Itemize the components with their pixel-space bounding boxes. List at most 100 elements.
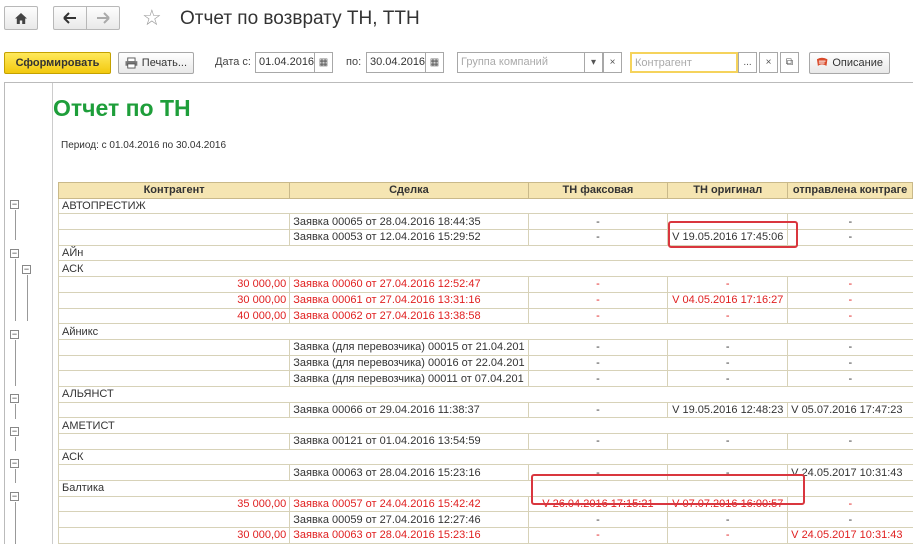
calendar-to-button[interactable]: ▦ [425,52,444,73]
deal-row[interactable]: 30 000,00 Заявка 00060 от 27.04.2016 12:5… [57,276,913,293]
deal-row[interactable]: 40 000,00 Заявка 00062 от 27.04.2016 13:3… [57,308,913,325]
sent-cell: - [787,339,913,356]
amount-cell [57,464,290,482]
amount-cell [57,370,290,387]
group-row[interactable]: АЛЬЯНСТ [58,386,913,403]
counterparty-clear[interactable]: × [759,52,778,73]
counterparty-group: АВТОПРЕСТИЖ [58,198,913,215]
amount-cell [57,511,290,529]
group-row[interactable]: АВТОПРЕСТИЖ [58,198,913,215]
tree-line [15,339,16,387]
generate-button[interactable]: Сформировать [4,52,111,74]
group-row[interactable]: АСК [58,449,913,466]
back-button[interactable] [53,6,87,30]
group-row[interactable]: АСК [58,260,913,278]
date-from-field[interactable]: 01.04.2016 [255,52,315,73]
tree-line [15,469,16,484]
date-to-field[interactable]: 30.04.2016 [366,52,426,73]
collapse-toggle-icon[interactable]: − [10,248,19,258]
collapse-toggle-icon[interactable]: − [10,426,19,436]
amount-cell [57,339,290,356]
amount-cell [57,213,290,231]
amount-cell [57,229,290,246]
deal-cell: Заявка (для перевозчика) 00015 от 21.04.… [289,339,529,356]
deal-row[interactable]: Заявка 00059 от 27.04.2016 12:27:46- - - [57,511,913,529]
tree-line [27,274,28,322]
deal-row[interactable]: Заявка 00066 от 29.04.2016 11:38:37-V 19… [57,402,913,419]
amount-cell: 30 000,00 [57,292,290,309]
sent-cell: - [787,370,913,387]
calendar-icon: ▦ [318,57,329,68]
amount-cell [57,402,290,419]
amount-cell: 40 000,00 [57,308,290,325]
deal-cell: Заявка 00121 от 01.04.2016 13:54:59 [289,433,529,450]
sent-cell: - [787,511,913,529]
company-group-field[interactable]: Группа компаний [457,52,585,73]
deal-cell: Заявка 00066 от 29.04.2016 11:38:37 [289,402,529,419]
column-header: Контрагент [57,182,291,199]
sent-cell: - [787,433,913,450]
calendar-from-button[interactable]: ▦ [314,52,333,73]
description-label: Описание [832,57,883,69]
original-cell: - [667,527,788,544]
amount-cell [57,433,290,450]
deal-cell: Заявка 00060 от 27.04.2016 12:52:47 [289,276,529,293]
counterparty-group: АМЕТИСТ [58,417,913,434]
collapse-toggle-icon[interactable]: − [10,491,19,501]
forward-button[interactable] [86,6,120,30]
print-button[interactable]: Печать... [118,52,194,74]
highlight-box [668,221,798,248]
tree-line [15,210,16,241]
collapse-toggle-icon[interactable]: − [10,200,19,209]
grouping-gutter: − − − − − − − − [5,83,53,544]
group-row[interactable]: Айникс [58,323,913,340]
original-cell: - [667,276,788,293]
sent-cell: - [787,276,913,293]
tree-line [15,258,16,322]
tree-line [15,436,16,451]
group-row[interactable]: АМЕТИСТ [58,417,913,434]
deal-cell: Заявка 00063 от 28.04.2016 15:23:16 [289,527,529,544]
tree-line [15,501,16,544]
deal-row[interactable]: Заявка (для перевозчика) 00015 от 21.04.… [57,339,913,356]
fax-cell: - [527,276,668,293]
sent-cell: - [787,496,913,513]
counterparty-group: Айникс [58,323,913,340]
fax-cell: - [527,292,668,309]
deal-cell: Заявка 00062 от 27.04.2016 13:38:58 [289,308,529,325]
report-document: − − − − − − − − Отчет по ТН Период: с 01.04.201… [4,82,913,544]
collapse-toggle-icon[interactable]: − [22,264,31,274]
description-icon [816,57,828,66]
amount-cell [57,355,290,372]
fax-cell: - [527,355,668,372]
sent-cell: - [787,213,913,231]
deal-row[interactable]: Заявка 00121 от 01.04.2016 13:54:59- - - [57,433,913,450]
collapse-toggle-icon[interactable]: − [10,329,19,339]
amount-cell: 30 000,00 [57,276,290,293]
counterparty-open[interactable]: ⧉ [780,52,799,73]
deal-row[interactable]: Заявка (для перевозчика) 00011 от 07.04.… [57,370,913,387]
deal-row[interactable]: Заявка (для перевозчика) 00016 от 22.04.… [57,355,913,372]
counterparty-group: АСК [58,260,913,278]
arrow-right-icon [97,12,110,24]
counterparty-field[interactable]: Контрагент [630,52,738,73]
deal-row[interactable]: 30 000,00 Заявка 00063 от 28.04.2016 15:2… [57,527,913,544]
counterparty-select[interactable]: ... [738,52,757,73]
fax-cell: - [527,511,668,529]
company-group-clear[interactable]: × [603,52,622,73]
close-icon: × [765,57,772,68]
deal-row[interactable]: 30 000,00 Заявка 00061 от 27.04.2016 13:3… [57,292,913,309]
original-cell: V 04.05.2016 17:16:27 [667,292,788,309]
favorite-star-icon[interactable]: ☆ [142,6,162,30]
sent-cell: - [787,229,913,246]
collapse-toggle-icon[interactable]: − [10,394,19,404]
report-header-row: Контрагент Сделка ТН факсовая ТН оригина… [57,182,913,199]
report-period: Период: с 01.04.2016 по 30.04.2016 [61,140,227,151]
company-group-dropdown[interactable]: ▾ [584,52,603,73]
counterparty-group: АСК [58,449,913,466]
report-title: Отчет по ТН [53,95,191,121]
column-header: ТН оригинал [667,182,789,199]
collapse-toggle-icon[interactable]: − [10,459,19,469]
home-button[interactable] [4,6,38,30]
description-button[interactable]: Описание [809,52,890,74]
